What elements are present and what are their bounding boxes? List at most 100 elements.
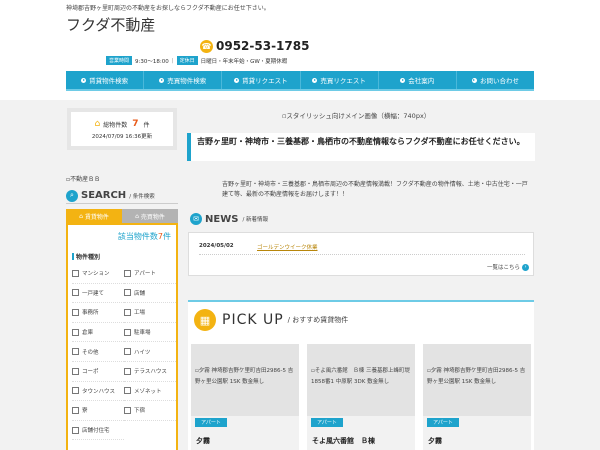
tab-sale[interactable]: ⌂ 売買物件 [122, 209, 178, 223]
checkbox[interactable] [124, 406, 131, 414]
checkbox[interactable] [124, 348, 131, 356]
news-more-link[interactable]: 一覧はこちら › [487, 263, 529, 271]
arrow-circle-icon [159, 77, 165, 83]
type-checkbox[interactable]: タウンハウス [72, 382, 124, 402]
checkbox[interactable] [72, 406, 79, 414]
nav-company[interactable]: 会社案内 [377, 71, 456, 89]
tagline: 神埼郡吉野ヶ里町周辺の不動産をお探しならフクダ不動産にお任せ下さい。 [66, 5, 270, 12]
property-name[interactable]: 夕霧 [428, 436, 442, 446]
type-checkbox[interactable]: 事務所 [72, 303, 124, 323]
checkbox-label: 一戸建て [82, 290, 105, 297]
checkbox-label: テラスハウス [134, 369, 167, 376]
type-checkbox[interactable]: 工場 [124, 303, 176, 323]
nav-label: 賃貸リクエスト [242, 77, 288, 85]
checkbox[interactable] [124, 269, 131, 277]
property-image[interactable]: ▫夕霧 神埼郡吉野ケ里町吉田2986-5 吉野ヶ里公園駅 1SK 敷金無し [423, 344, 531, 416]
news-link[interactable]: ゴールデンウイーク休業 [257, 243, 318, 251]
main-image-alt: スタイリッシュ向けメイン画像（横幅：740px） [286, 112, 431, 120]
phone-number[interactable]: 0952-53-1785 [216, 39, 309, 53]
checkbox-label: マンション [82, 271, 110, 278]
property-name[interactable]: 夕霧 [196, 436, 210, 446]
total-unit: 件 [143, 121, 150, 129]
type-checkbox[interactable]: マンション [72, 264, 124, 284]
property-type-checkboxes: マンション アパート 一戸建て 店舗 事務所 工場 倉庫 駐車場 その他 ハイツ… [72, 264, 176, 441]
arrow-circle-icon [81, 77, 87, 83]
phone-icon: ☎ [200, 39, 213, 53]
property-type-badge: アパート [427, 418, 459, 427]
building-icon: ▦ [194, 309, 216, 331]
main-visual: ▫スタイリッシュ向けメイン画像（横幅：740px） [282, 112, 431, 120]
nav-rent-request[interactable]: 賃貸リクエスト [221, 71, 299, 89]
checkbox[interactable] [72, 367, 79, 375]
search-tabs: ⌂ 賃貸物件 ⌂ 売買物件 [66, 209, 178, 223]
closed-tag: 定休日 [176, 56, 198, 65]
nav-sale-search[interactable]: 売買物件検索 [143, 71, 221, 89]
property-type-badge: アパート [311, 418, 343, 427]
type-checkbox[interactable]: メゾネット [124, 382, 176, 402]
site-title[interactable]: フクダ不動産 [66, 14, 155, 35]
house-icon: ⌂ [135, 212, 139, 220]
checkbox-label: ハイツ [134, 349, 151, 356]
nav-rent-search[interactable]: 賃貸物件検索 [66, 71, 143, 89]
pickup-card[interactable]: ▫夕霧 神埼郡吉野ケ里町吉田2986-5 吉野ヶ里公園駅 1SK 敷金無し アパ… [423, 344, 531, 450]
nav-label: 売買物件検索 [167, 77, 207, 85]
property-image[interactable]: ▫夕霧 神埼郡吉野ケ里町吉田2986-5 吉野ヶ里公園駅 1SK 敷金無し [191, 344, 299, 416]
type-checkbox[interactable]: アパート [124, 264, 176, 284]
tab-label: 賃貸物件 [84, 213, 109, 221]
checkbox-label: 駐車場 [134, 330, 151, 337]
phone-block[interactable]: ☎ 0952-53-1785 [200, 39, 309, 53]
checkbox[interactable] [72, 289, 79, 297]
checkbox[interactable] [72, 387, 79, 395]
house-icon: ⌂ [79, 212, 83, 220]
type-checkbox[interactable]: 店舗 [124, 284, 176, 304]
closed-text: 日曜日・年末年始・GW・夏期休暇 [200, 58, 288, 65]
search-subtitle: / 条件検索 [129, 193, 155, 200]
news-more-label: 一覧はこちら [486, 265, 520, 271]
search-panel: 該当物件数7件 物件種別 マンション アパート 一戸建て 店舗 事務所 工場 倉… [66, 223, 178, 450]
type-checkbox[interactable]: ハイツ [124, 342, 176, 362]
intro-text: 吉野ヶ里町・神埼市・三養基郡・鳥栖市周辺の不動産情報満載！フクダ不動産の物件情報… [222, 181, 528, 198]
type-checkbox[interactable]: 店舗付住宅 [72, 421, 124, 441]
checkbox[interactable] [124, 308, 131, 316]
arrow-circle-icon [234, 77, 240, 83]
checkbox[interactable] [72, 348, 79, 356]
arrow-circle-icon [471, 77, 477, 83]
nav-label: 売買リクエスト [320, 77, 366, 85]
property-image-alt: そよ風六番館 Ｂ棟 三養基郡上峰町堤1858番1 中原駅 3DK 敷金無し [311, 368, 410, 385]
pickup-card[interactable]: ▫そよ風六番館 Ｂ棟 三養基郡上峰町堤1858番1 中原駅 3DK 敷金無し ア… [307, 344, 415, 450]
nav-sale-request[interactable]: 売買リクエスト [299, 71, 378, 89]
pickup-list: ▫夕霧 神埼郡吉野ケ里町吉田2986-5 吉野ヶ里公園駅 1SK 敷金無し アパ… [188, 338, 534, 450]
checkbox[interactable] [72, 308, 79, 316]
nav-contact[interactable]: お問い合わせ [455, 71, 534, 89]
type-checkbox[interactable]: 倉庫 [72, 323, 124, 343]
checkbox[interactable] [72, 269, 79, 277]
total-count: 7 [132, 119, 139, 129]
banner-alt-text: 不動産ＢＢ [70, 176, 101, 183]
checkbox[interactable] [124, 367, 131, 375]
type-checkbox[interactable]: その他 [72, 342, 124, 362]
chevron-right-icon: › [522, 263, 529, 271]
pickup-title: PICK UP [222, 312, 284, 328]
checkbox[interactable] [124, 328, 131, 336]
news-date: 2024/05/02 [199, 243, 234, 249]
type-checkbox[interactable]: テラスハウス [124, 362, 176, 382]
property-image[interactable]: ▫そよ風六番館 Ｂ棟 三養基郡上峰町堤1858番1 中原駅 3DK 敷金無し [307, 344, 415, 416]
checkbox-label: メゾネット [134, 388, 162, 395]
fudousan-bb-banner[interactable]: ▫不動産ＢＢ [66, 174, 100, 183]
type-checkbox[interactable]: 駐車場 [124, 323, 176, 343]
total-label: 総物件数 [103, 121, 128, 129]
property-name[interactable]: そよ風六番館 Ｂ棟 [312, 436, 375, 446]
checkbox[interactable] [124, 387, 131, 395]
checkbox[interactable] [72, 426, 79, 434]
global-nav: 賃貸物件検索 売買物件検索 賃貸リクエスト 売買リクエスト 会社案内 お問い合わ… [66, 71, 534, 91]
type-checkbox[interactable]: コーポ [72, 362, 124, 382]
checkbox-label: 寮 [82, 408, 88, 415]
pickup-card[interactable]: ▫夕霧 神埼郡吉野ケ里町吉田2986-5 吉野ヶ里公園駅 1SK 敷金無し アパ… [191, 344, 299, 450]
property-type-label: 物件種別 [72, 252, 100, 261]
type-checkbox[interactable]: 下宿 [124, 401, 176, 421]
tab-rent[interactable]: ⌂ 賃貸物件 [66, 209, 122, 223]
checkbox[interactable] [124, 289, 131, 297]
type-checkbox[interactable]: 寮 [72, 401, 124, 421]
checkbox[interactable] [72, 328, 79, 336]
type-checkbox[interactable]: 一戸建て [72, 284, 124, 304]
